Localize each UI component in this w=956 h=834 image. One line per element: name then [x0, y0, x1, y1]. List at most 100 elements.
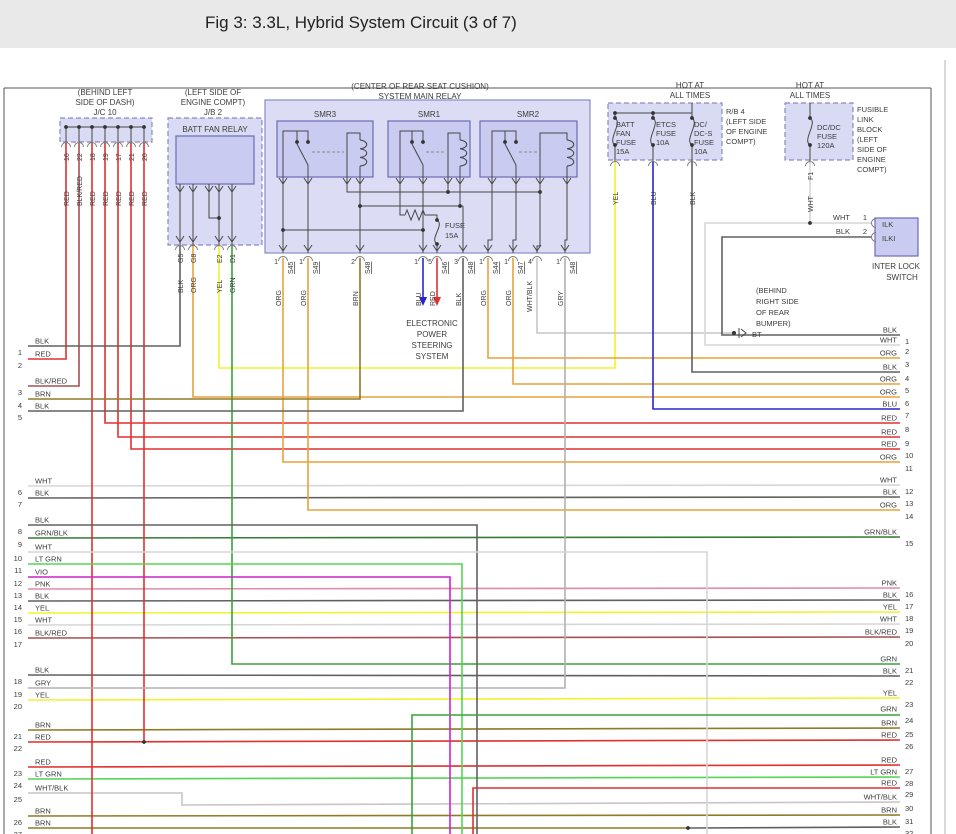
- junction-dot: [103, 125, 107, 129]
- left-wire-label: YEL: [35, 691, 49, 700]
- rotated-label: E2: [217, 254, 224, 263]
- caption-label: SYSTEM: [416, 352, 449, 361]
- junction-dot: [421, 140, 425, 144]
- wire-org: [193, 246, 900, 397]
- caption-label: FUSE: [616, 138, 636, 147]
- junction-dot: [142, 125, 146, 129]
- wire-gry: [28, 258, 565, 688]
- rotated-label: S46: [442, 261, 449, 274]
- right-pin-number: 18: [905, 614, 913, 623]
- caption-label: J/B 2: [204, 108, 223, 117]
- rotated-label: BLK: [690, 191, 697, 205]
- left-wire-label: RED: [35, 350, 51, 359]
- caption-label: FUSE: [656, 129, 676, 138]
- caption-label: R/B 4: [726, 107, 745, 116]
- junction-dot: [808, 116, 812, 120]
- right-pin-number: 6: [905, 399, 909, 408]
- pin-number: 1: [274, 259, 278, 266]
- right-wire-label: BLK/RED: [865, 628, 898, 637]
- wire-wht: [28, 552, 707, 834]
- caption-label: COMPT): [726, 137, 756, 146]
- right-pin-number: 3: [905, 360, 909, 369]
- wire-yel: [28, 612, 900, 613]
- right-pin-number: 1: [905, 337, 909, 346]
- junction-dot: [651, 111, 655, 115]
- rotated-label: BRN: [353, 291, 360, 306]
- caption-label: 15A: [445, 231, 458, 240]
- rotated-label: RED: [103, 191, 110, 206]
- rotated-label: 19: [103, 153, 110, 161]
- caption-label: BLK: [836, 227, 850, 236]
- wire-red: [28, 765, 900, 767]
- junction-dot: [446, 190, 450, 194]
- rotated-label: RED: [430, 291, 437, 306]
- right-wire-label: YEL: [883, 603, 897, 612]
- left-pin-number: 6: [18, 488, 22, 497]
- caption-label: HOT AT: [676, 81, 704, 90]
- caption-label: SMR2: [517, 110, 540, 119]
- wire-blk: [692, 161, 900, 372]
- right-wire-label: BLK: [883, 667, 897, 676]
- right-wire-label: BLU: [882, 400, 897, 409]
- rotated-label: BLK: [456, 292, 463, 306]
- left-pin-number: 11: [14, 566, 22, 575]
- left-pin-number: 27: [14, 830, 22, 834]
- right-pin-number: 8: [905, 425, 909, 434]
- rotated-label: ORG: [301, 290, 308, 306]
- junction-dot: [651, 116, 655, 120]
- caption-label: COMPT): [857, 165, 887, 174]
- rotated-label: 18: [90, 153, 97, 161]
- right-pin-number: 12: [905, 487, 913, 496]
- caption-label: (LEFT SIDE: [726, 117, 766, 126]
- left-wire-label: RED: [35, 758, 51, 767]
- left-pin-number: 24: [14, 781, 22, 790]
- caption-label: 120A: [817, 141, 835, 150]
- right-wire-label: GRN: [880, 655, 897, 664]
- left-wire-label: BRN: [35, 721, 51, 730]
- right-pin-number: 16: [905, 590, 913, 599]
- wire-blk: [28, 675, 900, 676]
- right-wire-label: RED: [881, 428, 897, 437]
- caption-label: SIDE OF DASH): [75, 98, 134, 107]
- left-wire-label: BLK: [35, 337, 49, 346]
- rotated-label: ORG: [506, 290, 513, 306]
- wire-wht: [28, 624, 900, 625]
- rotated-label: RED: [116, 191, 123, 206]
- left-pin-number: 10: [14, 554, 22, 563]
- right-pin-number: 28: [905, 779, 913, 788]
- right-pin-number: 4: [905, 374, 909, 383]
- jc10-junction-box: [60, 118, 152, 142]
- left-wire-label: RED: [35, 733, 51, 742]
- left-wire-label: WHT: [35, 616, 52, 625]
- caption-label: OF ENGINE: [726, 127, 767, 136]
- rotated-label: ORG: [191, 277, 198, 293]
- left-pin-number: 14: [14, 603, 22, 612]
- pin-number: 1: [479, 259, 483, 266]
- right-pin-number: 11: [905, 464, 913, 473]
- caption-label: INTER LOCK: [872, 262, 921, 271]
- right-wire-label: YEL: [883, 689, 897, 698]
- caption-label: LINK: [857, 115, 874, 124]
- batt-fan-relay-box: [176, 136, 254, 184]
- left-wire-label: BLK: [35, 402, 49, 411]
- caption-label: (CENTER OF REAR SEAT CUSHION): [351, 82, 489, 91]
- caption-label: DC-S: [694, 129, 712, 138]
- right-pin-number: 19: [905, 626, 913, 635]
- left-wire-label: LT GRN: [35, 770, 62, 779]
- left-wire-label: BLK: [35, 666, 49, 675]
- left-pin-number: 20: [14, 702, 22, 711]
- right-wire-label: LT GRN: [870, 768, 897, 777]
- right-pin-number: 21: [905, 666, 913, 675]
- left-wire-label: YEL: [35, 604, 49, 613]
- left-pin-number: 12: [14, 579, 22, 588]
- right-wire-label: GRN/BLK: [864, 528, 897, 537]
- junction-dot: [514, 140, 518, 144]
- right-wire-label: ORG: [880, 349, 897, 358]
- left-pin-number: 23: [14, 769, 22, 778]
- pin-number: 2: [351, 259, 355, 266]
- left-wire-label: BLK/RED: [35, 377, 68, 386]
- wire-yel: [28, 698, 900, 700]
- rotated-label: ORG: [276, 290, 283, 306]
- junction-dot: [651, 143, 655, 147]
- left-wire-label: BLK: [35, 592, 49, 601]
